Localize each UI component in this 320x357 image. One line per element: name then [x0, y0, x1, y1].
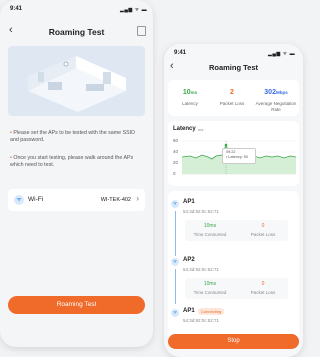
status-time: 9:41	[174, 50, 187, 56]
page-title: Roaming Test	[208, 63, 259, 72]
ap-icon: ᯤ	[171, 258, 179, 266]
ap-icon: ᯤ	[171, 309, 179, 317]
latency-label: Latency	[182, 101, 198, 106]
stop-button[interactable]: Stop	[168, 334, 299, 349]
wifi-icon: ᯤ	[14, 195, 24, 205]
y-tick-20: 20	[173, 160, 179, 165]
latency-unit: ms	[198, 127, 204, 132]
tip-1: • Please set the APs to be tested with t…	[10, 130, 135, 143]
roaming-setup-screen: 9:41 ▂▄▆ ᯤ ▬ ‹ Roaming Test • Please set…	[0, 0, 153, 347]
packet-loss-label: Packet Loss	[250, 232, 276, 237]
packet-loss-label: Packet Loss	[250, 290, 276, 295]
ap-name: AP2	[183, 257, 195, 263]
wifi-selector[interactable]: ᯤ Wi-Fi WI-TEK-402 ›	[8, 189, 145, 211]
page-title: Roaming Test	[48, 27, 105, 37]
timeline-line	[175, 211, 176, 256]
ap-name: AP1	[183, 199, 195, 205]
packet-loss-value: 0	[261, 281, 265, 287]
y-tick-60: 60	[173, 138, 179, 143]
tooltip-value: • Latency: 50	[226, 155, 249, 159]
report-icon[interactable]	[137, 26, 146, 36]
ap-list-card: ᯤ AP1 54:3d:92:0c:52:71 10ms Time Consum…	[168, 191, 299, 341]
time-consumed-label: Time Consumed	[193, 290, 227, 295]
y-tick-40: 40	[173, 149, 179, 154]
latency-chart-card: Latency ms 60 40 20 0 09:22 • Latency: 5…	[168, 121, 299, 186]
wifi-value: WI-TEK-402	[100, 197, 131, 203]
negotiation-rate-stat: 302Mbps	[264, 89, 288, 96]
ap-mac: 54:3d:92:0c:52:71	[183, 318, 220, 323]
status-icons: ▂▄▆ ᯤ ▬	[120, 7, 148, 13]
ap-name: AP1	[183, 308, 195, 314]
wifi-label: Wi-Fi	[28, 196, 44, 203]
time-consumed-value: 10ms	[203, 281, 217, 287]
roaming-result-screen: 9:41 ▂▄▆ ᯤ ▬ ‹ Roaming Test 10ms Latency…	[164, 44, 303, 357]
connecting-badge: Connecting	[198, 308, 225, 315]
timeline-line	[175, 269, 176, 304]
ap-icon: ᯤ	[171, 200, 179, 208]
tip-2: • Once you start testing, please walk ar…	[10, 155, 134, 168]
packet-loss-stat: 2	[230, 89, 234, 96]
chart-tooltip: 09:22 • Latency: 50	[222, 148, 256, 164]
stats-card: 10ms Latency 2 Packet Loss 302Mbps Avera…	[168, 80, 299, 116]
status-icons: ▂▄▆ ᯤ ▬	[268, 51, 296, 57]
ap-result: 10ms Time Consumed 0 Packet Loss	[185, 278, 288, 299]
time-consumed-value: 10ms	[203, 223, 217, 229]
latency-chart-title: Latency	[173, 126, 196, 132]
roaming-test-button[interactable]: Roaming Test	[8, 296, 145, 314]
packet-loss-value: 0	[261, 223, 265, 229]
packet-loss-label: Packet Loss	[219, 101, 245, 106]
ap-mac: 54:3d:92:0c:52:71	[183, 267, 220, 272]
time-consumed-label: Time Consumed	[193, 232, 227, 237]
y-tick-0: 0	[173, 171, 176, 176]
status-time: 9:41	[10, 6, 23, 12]
negotiation-rate-label: Average Negotiation Rate	[255, 101, 297, 112]
latency-stat: 10ms	[182, 89, 198, 96]
house-illustration	[8, 46, 145, 116]
ap-mac: 54:3d:92:0c:52:71	[183, 209, 220, 214]
ap-result: 10ms Time Consumed 0 Packet Loss	[185, 220, 288, 241]
chevron-right-icon: ›	[136, 194, 139, 203]
